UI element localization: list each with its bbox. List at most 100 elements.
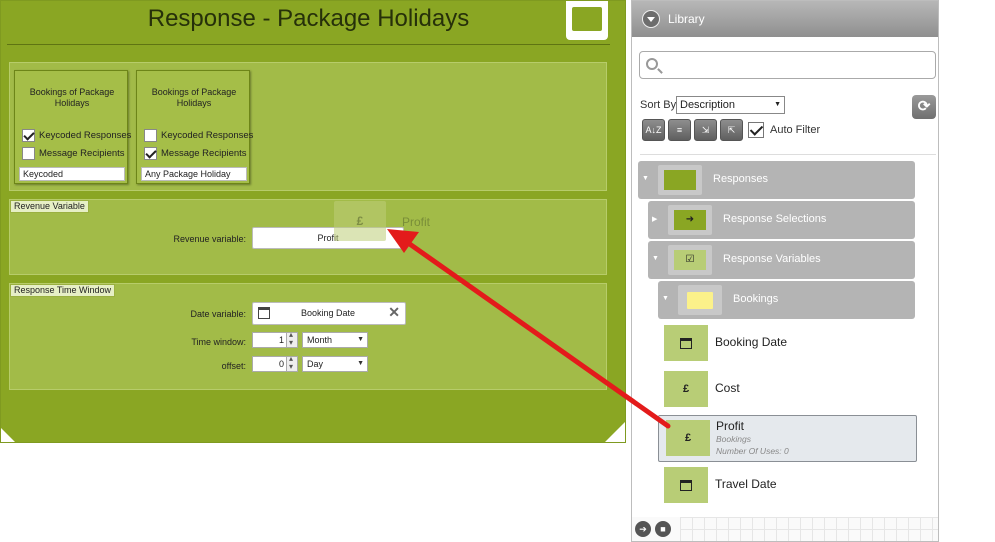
calendar-icon — [664, 325, 708, 361]
tree-node-label: Response Selections — [723, 213, 827, 225]
chevron-down-icon: ▼ — [357, 360, 364, 367]
message-recipients-checkbox[interactable] — [22, 146, 35, 160]
panel-corner — [1, 428, 15, 442]
response-selections-icon: ➜ — [668, 205, 712, 235]
offset-unit-value: Day — [307, 359, 324, 369]
date-variable-label: Date variable: — [190, 309, 246, 319]
option-label: Message Recipients — [39, 147, 125, 159]
section-label: Response Time Window — [10, 284, 116, 297]
library-item-booking-date[interactable]: Booking Date — [658, 325, 915, 365]
stop-icon[interactable]: ■ — [655, 521, 671, 537]
folder-icon — [678, 285, 722, 315]
drag-ghost-pound-icon: £ — [334, 201, 386, 241]
tree-node-label: Responses — [713, 173, 769, 185]
section-label: Revenue Variable — [10, 200, 89, 213]
sort-by-label: Sort By — [640, 99, 677, 111]
expand-all-button[interactable]: ⇲ — [694, 119, 717, 141]
collapse-icon[interactable] — [642, 10, 660, 28]
pound-icon: £ — [664, 371, 708, 407]
message-recipients-option[interactable]: Message Recipients — [22, 146, 125, 160]
library-item-label: Cost — [715, 381, 740, 395]
message-recipients-option[interactable]: Message Recipients — [144, 146, 247, 160]
library-item-label: Profit — [716, 419, 745, 433]
collapsed-arrow-icon[interactable]: ▶ — [652, 215, 657, 223]
option-label: Keycoded Responses — [39, 129, 132, 141]
search-input[interactable] — [639, 51, 936, 79]
sort-alpha-button[interactable]: A↓Z — [642, 119, 665, 141]
library-panel: Library Sort By Description ▼ ⟳ A↓Z ≡ ⇲ … — [631, 0, 939, 542]
revenue-section: Revenue Variable Revenue variable: Profi… — [9, 199, 607, 275]
clear-icon[interactable]: ✕ — [388, 304, 400, 321]
selection-box-field[interactable]: Keycoded — [19, 167, 125, 181]
tree-node-bookings[interactable]: ▼ Bookings — [658, 281, 915, 319]
drag-ghost-label: Profit — [402, 215, 431, 229]
time-window-unit-select[interactable]: Month ▼ — [302, 332, 368, 348]
tree-node-response-selections[interactable]: ▶ ➜ Response Selections — [648, 201, 915, 239]
selection-box-2[interactable]: Bookings of Package Holidays Keycoded Re… — [136, 70, 253, 184]
revenue-variable-label: Revenue variable: — [173, 234, 246, 244]
list-view-button[interactable]: ≡ — [668, 119, 691, 141]
keycoded-responses-option[interactable]: Keycoded Responses — [22, 128, 131, 142]
library-item-folder: Bookings — [716, 434, 751, 444]
message-recipients-checkbox[interactable] — [144, 146, 157, 160]
stepper-arrows-icon[interactable] — [286, 354, 297, 371]
pound-icon: £ — [666, 420, 710, 456]
response-variables-icon: ☑ — [668, 245, 712, 275]
selection-box-title: Bookings of Package Holidays — [151, 87, 237, 108]
library-item-profit[interactable]: £ Profit Bookings Number Of Uses: 0 — [658, 415, 917, 462]
offset-label: offset: — [221, 361, 246, 371]
time-window-label: Time window: — [191, 337, 246, 347]
keycoded-responses-checkbox[interactable] — [144, 128, 157, 142]
title-divider — [7, 44, 610, 45]
offset-number: 0 — [278, 359, 284, 369]
collapse-all-button[interactable]: ⇱ — [720, 119, 743, 141]
library-item-travel-date[interactable]: Travel Date — [658, 467, 915, 507]
time-window-unit-value: Month — [307, 335, 333, 345]
chevron-down-icon: ▼ — [357, 336, 364, 343]
expanded-arrow-icon[interactable]: ▼ — [652, 255, 659, 262]
response-panel: Response - Package Holidays Bookings of … — [0, 0, 626, 443]
selection-box-field[interactable]: Any Package Holiday — [141, 167, 247, 181]
refresh-button[interactable]: ⟳ — [912, 95, 936, 119]
tree-node-label: Bookings — [733, 293, 779, 305]
offset-unit-select[interactable]: Day ▼ — [302, 356, 368, 372]
footer-grid — [680, 517, 938, 541]
library-footer: ➔ ■ — [632, 517, 938, 541]
auto-filter-label: Auto Filter — [770, 124, 821, 136]
time-window-number: 1 — [278, 335, 284, 345]
auto-filter-checkbox[interactable] — [748, 122, 764, 138]
keycoded-responses-checkbox[interactable] — [22, 128, 35, 142]
expanded-arrow-icon[interactable]: ▼ — [642, 175, 649, 182]
divider — [640, 154, 936, 155]
time-window-section: Response Time Window Date variable: Book… — [9, 283, 607, 390]
calendar-icon — [258, 307, 270, 319]
chevron-down-icon: ▼ — [774, 101, 781, 108]
date-variable-field[interactable]: Booking Date ✕ — [252, 302, 406, 325]
library-item-label: Booking Date — [715, 335, 788, 349]
option-label: Keycoded Responses — [161, 129, 254, 141]
selection-box-title: Bookings of Package Holidays — [29, 87, 115, 108]
stepper-arrows-icon[interactable] — [286, 330, 297, 347]
sort-by-value: Description — [680, 99, 736, 111]
arrow-right-icon[interactable]: ➔ — [635, 521, 651, 537]
library-item-label: Travel Date — [715, 477, 777, 491]
option-label: Message Recipients — [161, 147, 247, 159]
tree-node-label: Response Variables — [723, 253, 821, 265]
expanded-arrow-icon[interactable]: ▼ — [662, 295, 669, 302]
offset-stepper[interactable]: 0 — [252, 354, 298, 372]
library-header[interactable]: Library — [632, 1, 938, 37]
search-icon — [646, 58, 658, 70]
selections-section: Bookings of Package Holidays Keycoded Re… — [9, 62, 607, 191]
panel-corner — [605, 422, 625, 442]
keycoded-responses-option[interactable]: Keycoded Responses — [144, 128, 253, 142]
date-variable-value: Booking Date — [300, 308, 356, 318]
responses-icon — [658, 165, 702, 195]
time-window-stepper[interactable]: 1 — [252, 330, 298, 348]
tree-node-response-variables[interactable]: ▼ ☑ Response Variables — [648, 241, 915, 279]
library-item-uses: Number Of Uses: 0 — [716, 446, 789, 456]
sort-by-select[interactable]: Description ▼ — [676, 96, 785, 114]
tree-node-responses[interactable]: ▼ Responses — [638, 161, 915, 199]
response-icon — [566, 1, 608, 40]
library-item-cost[interactable]: £ Cost — [658, 371, 915, 411]
selection-box-1[interactable]: Bookings of Package Holidays Keycoded Re… — [14, 70, 131, 184]
